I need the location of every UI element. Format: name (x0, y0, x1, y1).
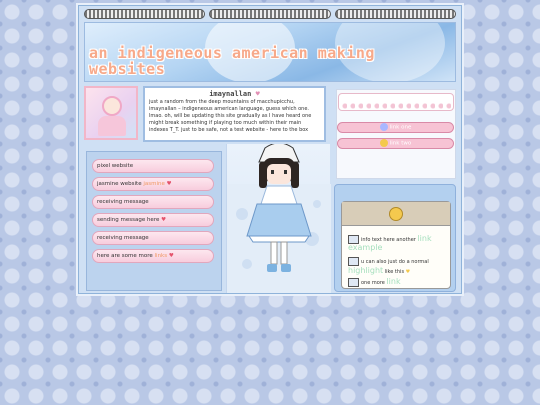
right-link-label: link one (389, 124, 412, 131)
avatar-image (84, 86, 138, 140)
nav-receiving-message[interactable]: receiving message (92, 195, 214, 209)
nav-label: here are some more (97, 253, 153, 259)
intro-box: imaynallan ♥ just a random from the deep… (143, 86, 326, 142)
screen-icon (348, 278, 359, 287)
top-tab (84, 9, 206, 19)
card-text: one more (361, 280, 385, 286)
nav-receiving-message-2[interactable]: receiving message (92, 231, 214, 245)
nav-accent: links (154, 253, 168, 259)
heart-icon: ♥ (405, 269, 411, 275)
top-tab (209, 9, 331, 19)
nav-more-links[interactable]: here are some more links ♥ (92, 249, 214, 263)
heart-icon (379, 139, 388, 147)
nav-label: jasmine website (97, 181, 144, 187)
nav-accent: jasmine (143, 181, 165, 187)
card-header (342, 202, 450, 226)
right-link-1[interactable]: link one (337, 122, 454, 133)
top-decorative-bar (84, 9, 456, 21)
nav-label: pixel website (97, 163, 134, 169)
card-text: u can also just do a normal (361, 259, 429, 265)
card-row-3: highlight like this ♥ (348, 267, 410, 276)
lace-decoration (338, 93, 454, 111)
avatar-body (98, 116, 126, 136)
pixel-doll-illustration (227, 142, 331, 293)
nav-pixel-website[interactable]: pixel website (92, 159, 214, 173)
intro-text: just a random from the deep mountains of… (149, 99, 312, 133)
screen-icon (348, 257, 359, 266)
card-row-4: one more link (348, 278, 401, 287)
right-link-2[interactable]: link two (337, 138, 454, 149)
right-link-label: link two (389, 140, 412, 147)
card-highlight: highlight (348, 266, 384, 275)
card-row-2: u can also just do a normal (348, 257, 429, 266)
card-link[interactable]: link (386, 277, 400, 286)
card-text: like this (384, 269, 405, 275)
heart-icon: ♥ (161, 217, 167, 223)
top-tab (334, 9, 456, 19)
intro-title: imaynallan (209, 90, 252, 98)
avatar-face (102, 96, 122, 116)
center-pixel-doll-panel (226, 142, 331, 293)
site-title: an indigeneous american making websites (89, 44, 375, 78)
nav-label: receiving message (97, 235, 149, 241)
nav-label: receiving message (97, 199, 149, 205)
badge-icon (389, 207, 403, 221)
heart-icon: ♥ (166, 181, 172, 187)
nav-jasmine-website[interactable]: jasmine website jasmine ♥ (92, 177, 214, 191)
nav-label: sending message here (97, 217, 160, 223)
header-banner: an indigeneous american making websites (84, 22, 456, 82)
heart-icon: ♥ (255, 90, 260, 98)
heart-icon: ♥ (168, 253, 174, 259)
info-card: info text here another link example u ca… (341, 201, 451, 289)
card-row-1: info text here another link example (348, 235, 450, 253)
nav-sending-message[interactable]: sending message here ♥ (92, 213, 214, 227)
flower-icon (379, 123, 388, 131)
